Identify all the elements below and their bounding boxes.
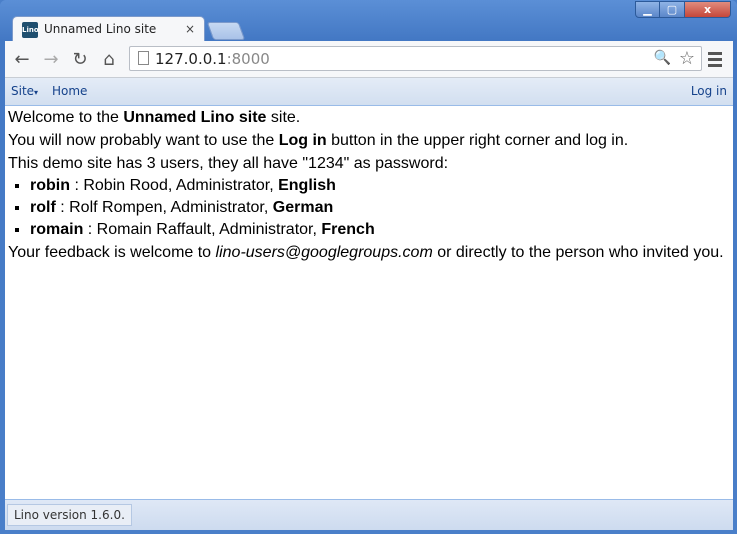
chevron-down-icon: ▾: [34, 88, 39, 97]
user-desc: : Rolf Rompen, Administrator,: [55, 199, 273, 216]
home-link[interactable]: Home: [52, 84, 87, 98]
user-list: robin : Robin Rood, Administrator, Engli…: [8, 175, 730, 241]
url-port: :8000: [226, 50, 270, 68]
welcome-line: Welcome to the Unnamed Lino site site.: [8, 106, 730, 129]
login-link[interactable]: Log in: [691, 84, 727, 98]
browser-window: ▁ ▢ x Lino Unnamed Lino site × ← → ↻ ⌂ 1…: [0, 0, 737, 534]
lino-footer: Lino version 1.6.0.: [5, 499, 733, 530]
login-bold: Log in: [278, 132, 327, 149]
lino-favicon-icon: Lino: [22, 22, 39, 38]
login-instruction: You will now probably want to use the Lo…: [8, 129, 730, 152]
zoom-icon[interactable]: 🔍: [654, 50, 671, 66]
site-menu-label: Site: [11, 84, 35, 98]
feedback-email: lino-users@googlegroups.com: [215, 244, 433, 261]
browser-toolbar: ← → ↻ ⌂ 127.0.0.1:8000 🔍 ☆: [5, 41, 733, 78]
list-item: romain : Romain Raffault, Administrator,…: [30, 219, 730, 241]
page-icon: [138, 51, 149, 65]
minimize-button[interactable]: ▁: [635, 1, 660, 18]
forward-arrow-icon[interactable]: →: [40, 49, 62, 70]
users-intro: This demo site has 3 users, they all hav…: [8, 155, 449, 172]
url-host: 127.0.0.1: [155, 50, 227, 68]
tab-close-icon[interactable]: ×: [185, 22, 195, 36]
instruction-pre: You will now probably want to use the: [8, 132, 279, 149]
url-text[interactable]: 127.0.0.1:8000: [155, 50, 270, 68]
instruction-post: button in the upper right corner and log…: [326, 132, 629, 149]
list-item: rolf : Rolf Rompen, Administrator, Germa…: [30, 197, 730, 219]
new-tab-button[interactable]: [206, 22, 246, 40]
user-language: French: [321, 221, 375, 238]
username: robin: [30, 177, 70, 194]
user-language: German: [272, 199, 334, 216]
browser-menu-icon[interactable]: [706, 49, 724, 69]
list-item: robin : Robin Rood, Administrator, Engli…: [30, 175, 730, 197]
page-viewport: Site▾ Home Log in Welcome to the Unnamed…: [5, 78, 733, 530]
maximize-button[interactable]: ▢: [660, 1, 685, 18]
user-desc: : Robin Rood, Administrator,: [70, 177, 279, 194]
user-desc: : Romain Raffault, Administrator,: [83, 221, 322, 238]
home-icon[interactable]: ⌂: [98, 49, 120, 70]
username: romain: [30, 221, 84, 238]
version-label: Lino version 1.6.0.: [7, 504, 132, 526]
feedback-pre: Your feedback is welcome to: [8, 244, 216, 261]
browser-tab[interactable]: Lino Unnamed Lino site ×: [12, 16, 205, 42]
feedback-line: Your feedback is welcome to lino-users@g…: [8, 241, 730, 264]
close-window-button[interactable]: x: [685, 1, 731, 18]
reload-icon[interactable]: ↻: [69, 49, 91, 70]
username: rolf: [30, 199, 56, 216]
site-menu[interactable]: Site▾: [11, 84, 38, 98]
window-controls: ▁ ▢ x: [635, 1, 731, 18]
lino-top-bar: Site▾ Home Log in: [5, 78, 733, 106]
bookmark-star-icon[interactable]: ☆: [679, 48, 695, 69]
feedback-post: or directly to the person who invited yo…: [432, 244, 724, 261]
tab-title: Unnamed Lino site: [44, 22, 157, 36]
user-language: English: [278, 177, 336, 194]
back-arrow-icon[interactable]: ←: [11, 49, 33, 70]
welcome-post: site.: [266, 109, 301, 126]
address-bar[interactable]: 127.0.0.1:8000 🔍 ☆: [129, 46, 702, 71]
site-name: Unnamed Lino site: [123, 109, 267, 126]
welcome-content: Welcome to the Unnamed Lino site site. Y…: [8, 106, 730, 264]
welcome-pre: Welcome to the: [8, 109, 124, 126]
